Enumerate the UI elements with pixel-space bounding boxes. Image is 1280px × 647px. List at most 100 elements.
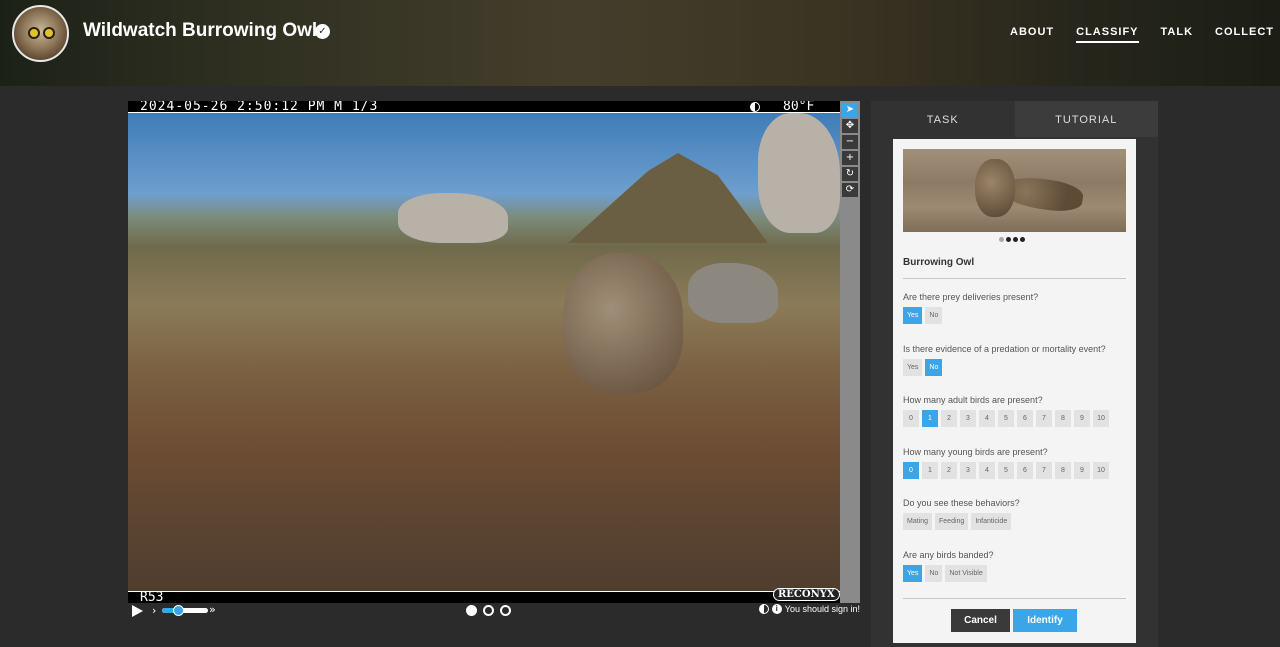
answer-options: 0 1 2 3 4 5 6 7 8 9 10 (903, 410, 1109, 427)
answer-option[interactable]: 6 (1017, 410, 1033, 427)
preview-dot[interactable] (1020, 237, 1025, 242)
tab-tutorial[interactable]: TUTORIAL (1014, 101, 1158, 137)
answer-options: Mating Feeding Infanticide (903, 513, 1012, 530)
answer-option[interactable]: 4 (979, 461, 995, 479)
identify-button[interactable]: Identify (1013, 609, 1077, 632)
preview-dot[interactable] (999, 237, 1004, 242)
answer-option[interactable]: Feeding (935, 513, 969, 530)
answer-option[interactable]: Yes (903, 358, 923, 376)
answer-option[interactable]: 3 (960, 410, 976, 427)
question-label: Is there evidence of a predation or mort… (903, 343, 1106, 354)
answer-options: Yes No Not Visible (903, 564, 987, 582)
divider (903, 598, 1126, 599)
answer-options: Yes No (903, 358, 943, 376)
project-avatar[interactable] (12, 5, 69, 62)
nav-classify[interactable]: CLASSIFY (1076, 26, 1139, 43)
project-title[interactable]: Wildwatch Burrowing Owl (83, 20, 317, 42)
rock-shape (758, 113, 840, 233)
answer-option[interactable]: 7 (1036, 410, 1052, 427)
slower-icon[interactable]: › (152, 604, 156, 617)
answer-option[interactable]: 5 (998, 410, 1014, 427)
moon-phase-icon (750, 102, 760, 112)
tab-task[interactable]: TASK (871, 101, 1015, 137)
answer-option[interactable]: 4 (979, 410, 995, 427)
camera-info-bar: 2024-05-26 2:50:12 PM M 1/3 80°F (128, 101, 840, 113)
answer-option[interactable]: 0 (903, 410, 919, 427)
frame-dot-1[interactable] (466, 605, 477, 616)
question-label: How many adult birds are present? (903, 395, 1043, 405)
play-icon[interactable] (132, 605, 143, 617)
answer-option[interactable]: 0 (903, 461, 919, 479)
subject-image[interactable] (128, 113, 840, 591)
camera-id: R53 (140, 590, 164, 603)
answer-option[interactable]: 1 (922, 461, 938, 479)
rock-shape (688, 263, 778, 323)
answer-option[interactable]: 7 (1036, 461, 1052, 479)
answer-option[interactable]: Infanticide (971, 513, 1012, 530)
nav-talk[interactable]: TALK (1161, 26, 1194, 43)
subject-viewer[interactable]: 2024-05-26 2:50:12 PM M 1/3 80°F R53 REC… (128, 101, 840, 603)
owl-shape (975, 159, 1015, 217)
owl-eye-right (43, 27, 55, 39)
zoom-out-icon[interactable]: − (842, 135, 858, 149)
question-label: How many young birds are present? (903, 446, 1048, 457)
sign-in-text[interactable]: You should sign in! (785, 604, 860, 614)
answer-options: Yes No (903, 307, 943, 324)
capture-temperature: 80°F (783, 101, 815, 114)
task-panel: TASK TUTORIAL Burrowing Owl Are there pr… (871, 101, 1158, 647)
answer-option[interactable]: 9 (1074, 461, 1090, 479)
frame-dot-2[interactable] (483, 605, 494, 616)
frame-selector (466, 605, 511, 616)
viewer-toolbar: ➤ ✥ − + ↻ ⟳ (840, 101, 860, 603)
answer-option[interactable]: 10 (1093, 410, 1109, 427)
answer-option[interactable]: 6 (1017, 461, 1033, 479)
reconyx-logo: RECONYX (773, 588, 840, 601)
question-label: Are any birds banded? (903, 549, 994, 560)
answer-option[interactable]: 5 (998, 461, 1014, 479)
contrast-icon[interactable] (758, 604, 769, 614)
answer-option[interactable]: No (925, 358, 943, 376)
species-name: Burrowing Owl (903, 257, 975, 268)
project-header: Wildwatch Burrowing Owl ✓ ABOUT CLASSIFY… (0, 0, 1280, 86)
answer-option[interactable]: No (925, 307, 943, 324)
rotate-icon[interactable]: ↻ (842, 167, 858, 181)
pointer-icon[interactable]: ➤ (842, 103, 858, 117)
capture-datetime: 2024-05-26 2:50:12 PM M 1/3 (140, 101, 379, 114)
answer-option[interactable]: 8 (1055, 461, 1071, 479)
viewer-controls: › » i You should sign in! (128, 603, 860, 619)
answer-option[interactable]: 2 (941, 410, 957, 427)
answer-option[interactable]: 9 (1074, 410, 1090, 427)
nav-collect[interactable]: COLLECT (1215, 26, 1274, 43)
info-icon[interactable]: i (771, 604, 782, 614)
preview-dot[interactable] (1013, 237, 1018, 242)
slider-handle[interactable] (173, 605, 185, 616)
zoom-in-icon[interactable]: + (842, 151, 858, 165)
owl-eye-left (28, 27, 40, 39)
faster-icon[interactable]: » (209, 603, 216, 616)
answer-option[interactable]: 8 (1055, 410, 1071, 427)
owl-shape (563, 253, 683, 393)
cancel-button[interactable]: Cancel (951, 609, 1010, 632)
sign-in-notice: i You should sign in! (758, 604, 860, 614)
nav-about[interactable]: ABOUT (1010, 26, 1054, 43)
rock-shape (398, 193, 508, 243)
answer-option[interactable]: Not Visible (945, 564, 987, 582)
frame-dot-3[interactable] (500, 605, 511, 616)
check-circle-icon: ✓ (315, 24, 330, 39)
question-label: Are there prey deliveries present? (903, 292, 1039, 302)
reset-icon[interactable]: ⟳ (842, 183, 858, 197)
answer-option[interactable]: 3 (960, 461, 976, 479)
camera-id-bar: R53 (128, 591, 840, 603)
answer-option[interactable]: Yes (903, 307, 923, 324)
species-preview-image[interactable] (903, 149, 1126, 232)
answer-option[interactable]: 1 (922, 410, 938, 427)
playback-speed-slider[interactable] (162, 605, 208, 616)
preview-dot[interactable] (1006, 237, 1011, 242)
answer-option[interactable]: No (925, 564, 943, 582)
answer-option[interactable]: Mating (903, 513, 933, 530)
answer-option[interactable]: 2 (941, 461, 957, 479)
answer-option[interactable]: 10 (1093, 461, 1109, 479)
panel-tabs: TASK TUTORIAL (871, 101, 1158, 137)
answer-option[interactable]: Yes (903, 564, 923, 582)
move-icon[interactable]: ✥ (842, 119, 858, 133)
